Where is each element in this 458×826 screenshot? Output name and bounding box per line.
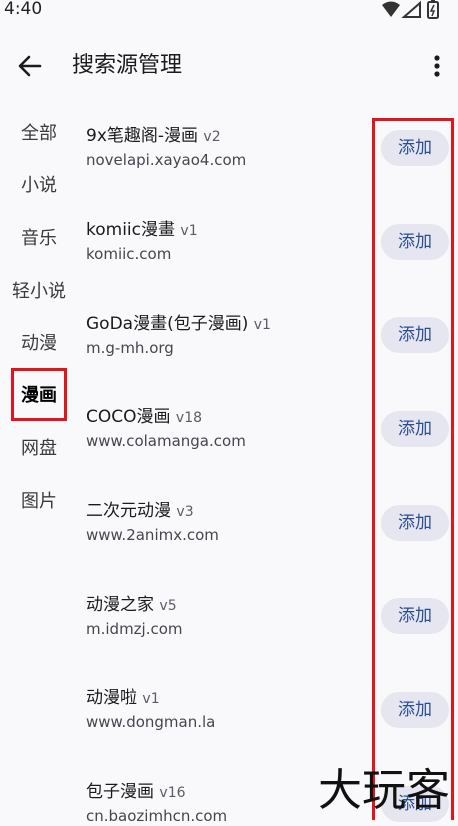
selected-category-highlight [11,368,67,421]
source-version: v18 [175,410,203,426]
source-url: www.dongman.la [86,713,216,731]
source-url: m.g-mh.org [86,339,174,357]
source-name: 包子漫画 [86,782,154,802]
back-arrow-icon [18,55,42,77]
signal-icon [401,0,421,18]
add-column-highlight [372,118,454,820]
page-title: 搜索源管理 [72,53,183,78]
source-version: v1 [142,691,160,707]
sidebar-item-novel[interactable]: 小说 [0,173,78,199]
source-name: 动漫之家 [86,595,154,615]
status-icons [380,0,450,24]
source-url: novelapi.xayao4.com [86,151,247,169]
list-item[interactable]: 二次元动漫 v3 www.2animx.com [86,500,376,545]
source-name: COCO漫画 [86,407,171,427]
sidebar-item-music[interactable]: 音乐 [0,226,78,252]
source-name: GoDa漫畫(包子漫画) [86,314,249,334]
source-version: v2 [203,129,221,145]
list-item[interactable]: COCO漫画 v18 www.colamanga.com [86,406,376,451]
source-version: v1 [253,317,271,333]
more-options-button[interactable] [428,50,446,82]
wifi-icon [382,1,400,17]
watermark: 大玩客 [318,765,450,816]
sidebar-item-image[interactable]: 图片 [0,489,78,515]
source-url: www.2animx.com [86,526,219,544]
source-version: v1 [180,223,198,239]
source-url: www.colamanga.com [86,432,246,450]
sidebar-item-all[interactable]: 全部 [0,121,78,147]
battery-icon [427,0,439,19]
list-item[interactable]: 动漫啦 v1 www.dongman.la [86,687,376,732]
source-version: v5 [159,598,177,614]
list-item[interactable]: 9x笔趣阁-漫画 v2 novelapi.xayao4.com [86,125,376,170]
source-name: komiic漫畫 [86,220,175,240]
list-item[interactable]: 动漫之家 v5 m.idmzj.com [86,594,376,639]
source-url: m.idmzj.com [86,620,183,638]
sidebar-item-netdisk[interactable]: 网盘 [0,436,78,462]
source-name: 二次元动漫 [86,501,171,521]
sidebar-item-light-novel[interactable]: 轻小说 [0,279,78,305]
source-name: 动漫啦 [86,688,137,708]
source-url: komiic.com [86,245,172,263]
source-version: v16 [159,785,186,801]
source-name: 9x笔趣阁-漫画 [86,126,199,146]
status-time: 4:40 [4,0,43,19]
more-vert-icon [434,55,440,77]
app-bar: 搜索源管理 [0,34,458,98]
back-button[interactable] [14,50,46,82]
list-item[interactable]: GoDa漫畫(包子漫画) v1 m.g-mh.org [86,313,376,358]
source-version: v3 [176,504,194,520]
list-item[interactable]: komiic漫畫 v1 komiic.com [86,219,376,264]
sidebar-item-anime[interactable]: 动漫 [0,331,78,357]
status-bar: 4:40 [0,0,458,22]
